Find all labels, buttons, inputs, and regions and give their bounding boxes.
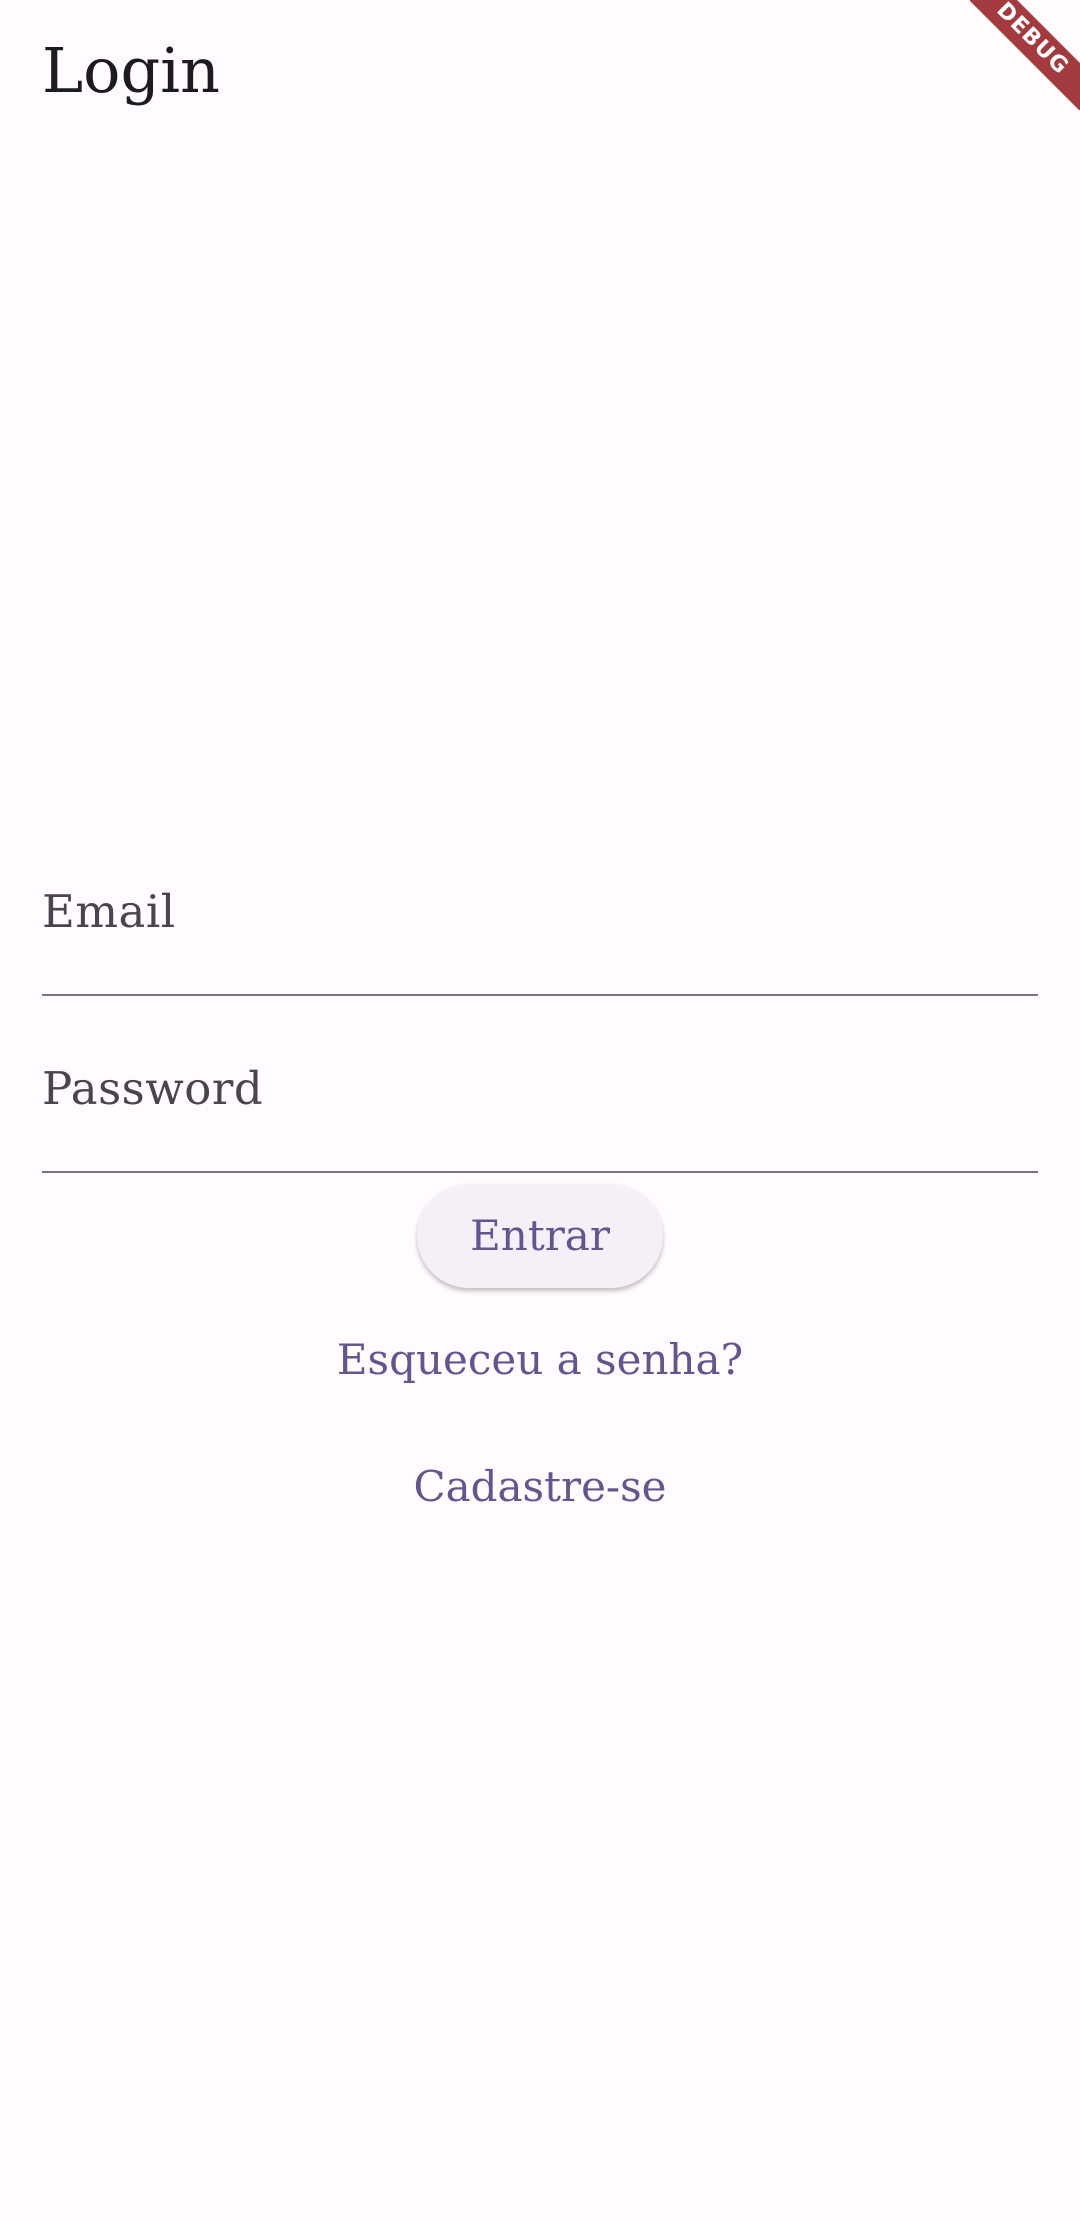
email-field-label: Email: [42, 885, 176, 938]
debug-banner: DEBUG: [970, 0, 1080, 110]
signup-link[interactable]: Cadastre-se: [0, 1457, 1080, 1517]
password-field[interactable]: Password: [42, 1061, 1038, 1173]
login-button[interactable]: Entrar: [417, 1184, 663, 1288]
debug-banner-label: DEBUG: [970, 0, 1080, 110]
password-input[interactable]: [42, 1113, 1038, 1163]
app-bar: Login: [0, 0, 1080, 150]
email-field[interactable]: Email: [42, 884, 1038, 996]
page-title: Login: [42, 34, 220, 107]
email-input[interactable]: [42, 936, 1038, 986]
forgot-password-link[interactable]: Esqueceu a senha?: [0, 1330, 1080, 1390]
password-field-label: Password: [42, 1062, 264, 1115]
